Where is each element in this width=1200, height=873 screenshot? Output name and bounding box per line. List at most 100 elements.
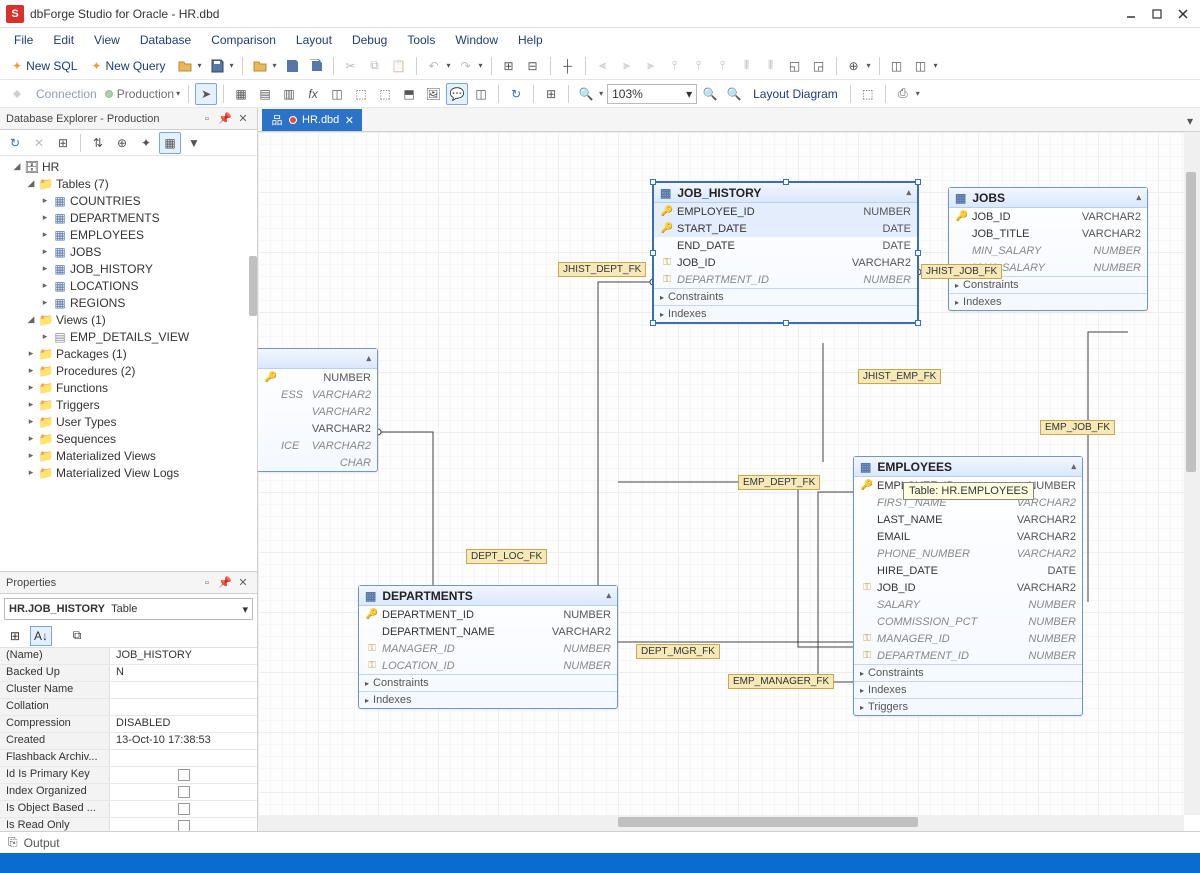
entity-section[interactable]: Constraints bbox=[359, 674, 617, 691]
align-mid-icon[interactable]: ⫯ bbox=[688, 55, 710, 77]
diagram-canvas[interactable]: ▴ 🔑NUMBERESSVARCHAR2VARCHAR2VARCHAR2ICEV… bbox=[258, 132, 1184, 815]
entity-column[interactable]: 🔑DEPARTMENT_IDNUMBER bbox=[359, 606, 617, 623]
relation-label[interactable]: EMP_JOB_FK bbox=[1040, 420, 1115, 435]
save-all2-button[interactable] bbox=[305, 55, 327, 77]
tree-table[interactable]: LOCATIONS bbox=[70, 279, 138, 293]
bring-front-icon[interactable]: ◱ bbox=[784, 55, 806, 77]
new-query-button[interactable]: ✦New Query bbox=[85, 59, 171, 73]
entity-section[interactable]: Indexes bbox=[854, 681, 1082, 698]
relation-label[interactable]: EMP_MANAGER_FK bbox=[728, 674, 834, 689]
property-row[interactable]: (Name)JOB_HISTORY bbox=[0, 648, 257, 665]
align-add[interactable]: ┼ bbox=[557, 55, 579, 77]
align-top-icon[interactable]: ⫯ bbox=[664, 55, 686, 77]
prop-pages-button[interactable]: ⧉ bbox=[66, 626, 88, 646]
entity-column[interactable]: DEPARTMENT_NAMEVARCHAR2 bbox=[359, 623, 617, 640]
entity-column[interactable]: VARCHAR2 bbox=[258, 403, 377, 420]
panel-window-icon[interactable]: ▫ bbox=[199, 111, 215, 127]
tree-table[interactable]: JOB_HISTORY bbox=[70, 262, 153, 276]
close-button[interactable] bbox=[1172, 4, 1194, 24]
entity-column[interactable]: JOB_TITLEVARCHAR2 bbox=[949, 225, 1147, 242]
tree-folder[interactable]: Sequences bbox=[56, 432, 116, 446]
export-button[interactable]: ⬚ bbox=[857, 83, 879, 105]
panel-close-icon[interactable]: ✕ bbox=[235, 575, 251, 591]
relation-label[interactable]: DEPT_MGR_FK bbox=[636, 644, 720, 659]
container-tool[interactable]: ⬚ bbox=[374, 83, 396, 105]
tree-table[interactable]: DEPARTMENTS bbox=[70, 211, 160, 225]
panel-pin-icon[interactable]: 📌 bbox=[217, 575, 233, 591]
entity-departments[interactable]: ▦DEPARTMENTS▴ 🔑DEPARTMENT_IDNUMBERDEPART… bbox=[358, 585, 618, 709]
filter4-button[interactable]: ▦ bbox=[159, 132, 181, 154]
canvas-vscrollbar[interactable] bbox=[1184, 132, 1200, 815]
zoom-fit-button[interactable]: 🔍 bbox=[575, 83, 597, 105]
menu-edit[interactable]: Edit bbox=[43, 30, 84, 50]
redo-button[interactable]: ↷ bbox=[455, 55, 477, 77]
crop-tool[interactable]: ⬚ bbox=[350, 83, 372, 105]
tab-hr-dbd[interactable]: 品 HR.dbd ✕ bbox=[262, 109, 362, 131]
relation-label[interactable]: EMP_DEPT_FK bbox=[738, 475, 820, 490]
entity-column[interactable]: ⚿MANAGER_IDNUMBER bbox=[854, 630, 1082, 647]
property-row[interactable]: Collation bbox=[0, 699, 257, 716]
tree-view[interactable]: EMP_DETAILS_VIEW bbox=[70, 330, 189, 344]
zoom-combo[interactable]: 103%▾ bbox=[607, 84, 697, 104]
property-row[interactable]: Index Organized bbox=[0, 784, 257, 801]
tree-db[interactable]: HR bbox=[42, 160, 59, 174]
save-all-button[interactable] bbox=[281, 55, 303, 77]
entity-section[interactable]: Constraints bbox=[654, 288, 917, 305]
entity-column[interactable]: 🔑EMPLOYEE_IDNUMBER bbox=[654, 203, 917, 220]
print-button[interactable]: ⎙ bbox=[892, 83, 914, 105]
entity-column[interactable]: PHONE_NUMBERVARCHAR2 bbox=[854, 545, 1082, 562]
property-row[interactable]: Is Object Based ... bbox=[0, 801, 257, 818]
diagram2-icon[interactable]: ⊟ bbox=[522, 55, 544, 77]
send-back-icon[interactable]: ◲ bbox=[808, 55, 830, 77]
tree-table[interactable]: JOBS bbox=[70, 245, 101, 259]
paste-button[interactable]: 📋 bbox=[388, 55, 410, 77]
menu-tools[interactable]: Tools bbox=[397, 30, 445, 50]
menu-comparison[interactable]: Comparison bbox=[201, 30, 286, 50]
dist-v-icon[interactable]: ⫴ bbox=[760, 55, 782, 77]
relation-label[interactable]: DEPT_LOC_FK bbox=[466, 549, 547, 564]
entity-column[interactable]: CHAR bbox=[258, 454, 377, 471]
entity-column[interactable]: SALARYNUMBER bbox=[854, 596, 1082, 613]
panel-close-icon[interactable]: ✕ bbox=[235, 111, 251, 127]
window2-icon[interactable]: ◫ bbox=[910, 55, 932, 77]
tree-folder[interactable]: Triggers bbox=[56, 398, 100, 412]
entity-jobs[interactable]: ▦JOBS▴ 🔑JOB_IDVARCHAR2JOB_TITLEVARCHAR2M… bbox=[948, 187, 1148, 311]
menu-file[interactable]: File bbox=[4, 30, 43, 50]
menu-window[interactable]: Window bbox=[445, 30, 508, 50]
stamp-tool[interactable]: ⬒ bbox=[398, 83, 420, 105]
group-tool[interactable]: ◫ bbox=[470, 83, 492, 105]
relation-tool[interactable]: ◫ bbox=[326, 83, 348, 105]
entity-column[interactable]: ⚿LOCATION_IDNUMBER bbox=[359, 657, 617, 674]
entity-column[interactable]: VARCHAR2 bbox=[258, 420, 377, 437]
zoom-in-button[interactable]: 🔍 bbox=[699, 83, 721, 105]
zoom-out-button[interactable]: 🔍 bbox=[723, 83, 745, 105]
entity-column[interactable]: ⚿DEPARTMENT_IDNUMBER bbox=[854, 647, 1082, 664]
image-tool[interactable]: 🖼 bbox=[422, 83, 444, 105]
tree-folder[interactable]: Materialized View Logs bbox=[56, 466, 179, 480]
connect-button[interactable] bbox=[6, 83, 28, 105]
align-bot-icon[interactable]: ⫯ bbox=[712, 55, 734, 77]
entity-column[interactable]: ⚿JOB_IDVARCHAR2 bbox=[654, 254, 917, 271]
maximize-button[interactable] bbox=[1146, 4, 1168, 24]
entity-column[interactable]: ⚿DEPARTMENT_IDNUMBER bbox=[654, 271, 917, 288]
refresh-tree-button[interactable]: ↻ bbox=[4, 132, 26, 154]
property-row[interactable]: Flashback Archiv... bbox=[0, 750, 257, 767]
menu-help[interactable]: Help bbox=[508, 30, 553, 50]
property-row[interactable]: Created13-Oct-10 17:38:53 bbox=[0, 733, 257, 750]
menu-database[interactable]: Database bbox=[130, 30, 201, 50]
filter3-button[interactable]: ✦ bbox=[135, 132, 157, 154]
filter-button[interactable]: ▼ bbox=[183, 132, 205, 154]
db-tree[interactable]: ◢🗄HR ◢📁Tables (7) ▸▦COUNTRIES ▸▦DEPARTME… bbox=[0, 156, 257, 571]
align-right-icon[interactable]: ⫸ bbox=[640, 55, 662, 77]
cut-button[interactable]: ✂ bbox=[340, 55, 362, 77]
relation-label[interactable]: JHIST_JOB_FK bbox=[921, 264, 1002, 279]
entity-section[interactable]: Triggers bbox=[854, 698, 1082, 715]
tree-table[interactable]: REGIONS bbox=[70, 296, 125, 310]
table-tool[interactable]: ▦ bbox=[230, 83, 252, 105]
entity-column[interactable]: 🔑JOB_IDVARCHAR2 bbox=[949, 208, 1147, 225]
entity-column[interactable]: HIRE_DATEDATE bbox=[854, 562, 1082, 579]
refresh-button[interactable]: ↻ bbox=[505, 83, 527, 105]
relation-label[interactable]: JHIST_EMP_FK bbox=[858, 369, 941, 384]
open-recent-button[interactable] bbox=[249, 55, 271, 77]
entity-column[interactable]: MIN_SALARYNUMBER bbox=[949, 242, 1147, 259]
